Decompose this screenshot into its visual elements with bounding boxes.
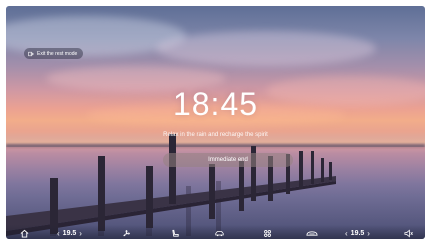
rest-mode-screen: Exit the rest mode 18:45 Relax in the ra… [6, 6, 425, 239]
seat-button[interactable] [171, 227, 180, 239]
immediate-end-button[interactable]: Immediate end [163, 153, 293, 167]
left-temp-decrease[interactable]: ‹ [54, 229, 63, 238]
right-temperature-control: ‹ 19.5 › [342, 227, 373, 239]
climate-button[interactable] [306, 227, 318, 239]
fan-icon [123, 229, 130, 236]
home-button[interactable] [20, 227, 29, 239]
apps-button[interactable] [263, 227, 272, 239]
right-temperature: 19.5 [350, 229, 365, 237]
left-temperature-control: ‹ 19.5 › [54, 227, 85, 239]
immediate-end-label: Immediate end [208, 157, 248, 163]
vehicle-button[interactable] [215, 227, 224, 239]
left-temperature: 19.5 [62, 229, 77, 237]
exit-rest-mode-label: Exit the rest mode [37, 50, 78, 57]
right-temp-increase[interactable]: › [364, 229, 373, 238]
apps-icon [264, 229, 271, 237]
rest-subtitle: Relax in the rain and recharge the spiri… [163, 132, 268, 138]
volume-button[interactable] [404, 227, 413, 239]
exit-rest-mode-button[interactable]: Exit the rest mode [24, 48, 84, 59]
climate-icon [306, 230, 318, 236]
fan-button[interactable] [122, 227, 131, 239]
home-icon [20, 229, 29, 238]
left-temp-increase[interactable]: › [76, 229, 85, 238]
car-icon [215, 230, 224, 236]
seat-icon [172, 229, 179, 237]
exit-icon [28, 51, 34, 56]
volume-icon [404, 228, 413, 238]
right-temp-decrease[interactable]: ‹ [342, 229, 351, 238]
clock-time: 18:45 [172, 86, 259, 122]
